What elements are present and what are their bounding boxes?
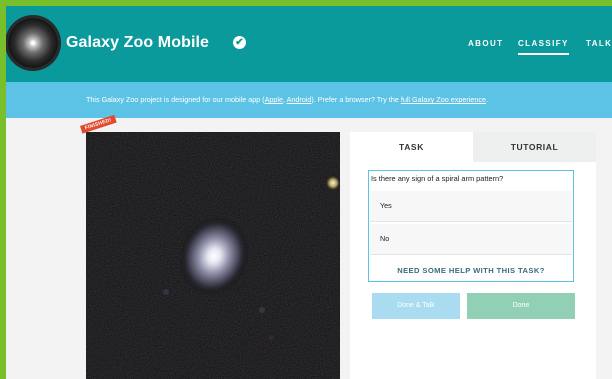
answer-yes-button[interactable]: Yes	[370, 191, 572, 222]
galaxy-subject-image[interactable]	[86, 132, 340, 379]
answer-no-button[interactable]: No	[370, 224, 572, 255]
tab-tutorial[interactable]: TUTORIAL	[473, 132, 596, 162]
apple-link[interactable]: Apple	[265, 95, 283, 104]
task-question: Is there any sign of a spiral arm patter…	[371, 174, 504, 183]
task-panel: TASK TUTORIAL Is there any sign of a spi…	[350, 132, 596, 379]
app-frame: Galaxy Zoo Mobile ✔ ABOUT CLASSIFY TALK …	[6, 6, 612, 379]
android-link[interactable]: Android	[287, 95, 312, 104]
galaxy-image-svg	[86, 132, 340, 379]
done-and-talk-button[interactable]: Done & Talk	[372, 293, 460, 319]
info-banner: This Galaxy Zoo project is designed for …	[6, 82, 612, 118]
task-help-link[interactable]: NEED SOME HELP WITH THIS TASK?	[369, 266, 573, 275]
full-experience-link[interactable]: full Galaxy Zoo experience	[401, 95, 486, 104]
banner-text: This Galaxy Zoo project is designed for …	[86, 82, 488, 118]
banner-text-middle: ). Prefer a browser? Try the	[311, 95, 401, 104]
banner-text-before: This Galaxy Zoo project is designed for …	[86, 95, 265, 104]
banner-text-after: .	[485, 95, 488, 104]
check-circle-icon: ✔	[233, 36, 246, 49]
done-button[interactable]: Done	[467, 293, 575, 319]
question-box: Is there any sign of a spiral arm patter…	[368, 170, 574, 282]
nav-talk[interactable]: TALK	[586, 39, 612, 48]
nav-about[interactable]: ABOUT	[468, 39, 503, 48]
header: Galaxy Zoo Mobile ✔ ABOUT CLASSIFY TALK	[6, 6, 612, 82]
nav-classify[interactable]: CLASSIFY	[518, 39, 569, 55]
galaxy-logo-icon[interactable]	[8, 18, 58, 68]
app-title: Galaxy Zoo Mobile	[66, 34, 210, 51]
tab-task[interactable]: TASK	[350, 132, 473, 162]
